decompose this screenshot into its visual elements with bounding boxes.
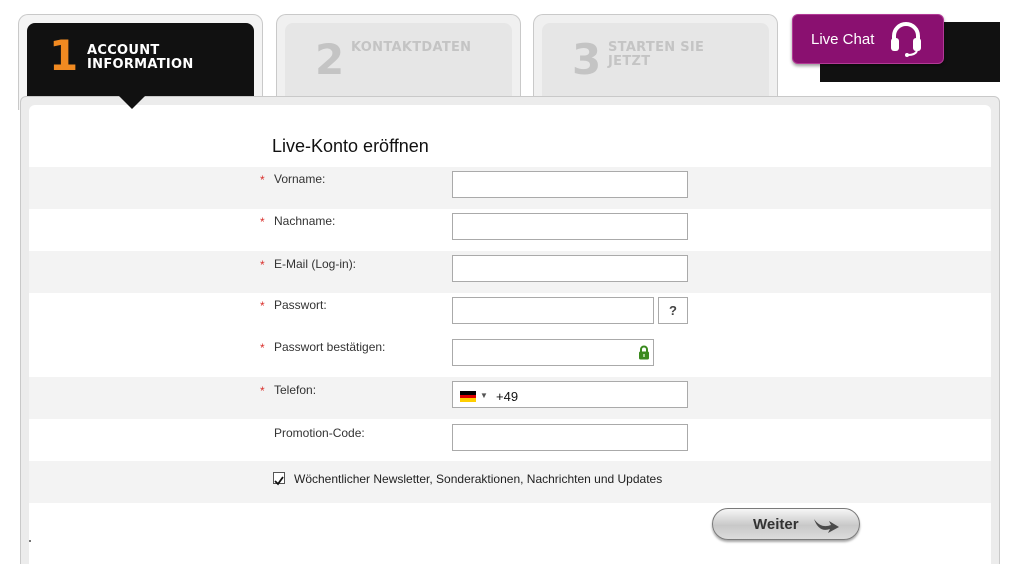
- email-input[interactable]: [452, 255, 688, 282]
- step-number: 2: [315, 35, 345, 84]
- step-label: STARTEN SIE JETZT: [608, 41, 704, 69]
- step-number: 3: [572, 35, 602, 84]
- required-marker: *: [260, 341, 265, 355]
- required-marker: *: [260, 173, 265, 187]
- chevron-down-icon[interactable]: ▼: [480, 391, 488, 400]
- step-label: ACCOUNT INFORMATION: [87, 44, 194, 72]
- password-confirm-label: Passwort bestätigen:: [274, 340, 386, 354]
- weiter-button[interactable]: Weiter: [712, 508, 860, 540]
- phone-country-code: +49: [496, 389, 519, 404]
- required-marker: *: [260, 215, 265, 229]
- live-chat-label: Live Chat: [811, 31, 875, 48]
- headset-icon: [889, 21, 923, 62]
- required-marker: *: [260, 384, 265, 398]
- promo-code-label: Promotion-Code:: [274, 426, 365, 440]
- step-tab-active-background: 1 ACCOUNT INFORMATION: [27, 23, 254, 98]
- last-name-input[interactable]: [452, 213, 688, 240]
- lock-icon: [638, 345, 650, 365]
- panel-edge-mark: [29, 540, 31, 542]
- first-name-input[interactable]: [452, 171, 688, 198]
- check-icon: [274, 476, 284, 486]
- form-panel: [20, 96, 1000, 564]
- step-label-line: STARTEN SIE: [608, 40, 705, 55]
- weiter-label: Weiter: [753, 516, 799, 533]
- last-name-label: Nachname:: [274, 214, 336, 228]
- password-confirm-input[interactable]: [452, 339, 654, 366]
- live-chat-button[interactable]: Live Chat: [792, 14, 944, 64]
- arrow-icon: [811, 515, 841, 540]
- step-label-line: KONTAKTDATEN: [351, 40, 472, 55]
- email-label: E-Mail (Log-in):: [274, 257, 357, 271]
- form-title: Live-Konto eröffnen: [272, 136, 429, 156]
- step-tab-background: 2 KONTAKTDATEN: [285, 23, 512, 98]
- required-marker: *: [260, 258, 265, 272]
- germany-flag-icon[interactable]: [460, 391, 476, 402]
- newsletter-label[interactable]: Wöchentlicher Newsletter, Sonderaktionen…: [294, 472, 662, 486]
- step-label-line: INFORMATION: [87, 57, 194, 72]
- step-number: 1: [49, 31, 79, 80]
- password-label: Passwort:: [274, 298, 327, 312]
- first-name-label: Vorname:: [274, 172, 326, 186]
- step-label-line: JETZT: [608, 54, 651, 69]
- newsletter-checkbox[interactable]: [273, 472, 285, 486]
- active-step-pointer: [118, 95, 146, 109]
- password-help-button[interactable]: ?: [658, 297, 688, 324]
- step-tab-background: 3 STARTEN SIE JETZT: [542, 23, 769, 98]
- promo-code-input[interactable]: [452, 424, 688, 451]
- step-label-line: ACCOUNT: [87, 43, 160, 58]
- step-label: KONTAKTDATEN: [351, 41, 471, 55]
- phone-label: Telefon:: [274, 383, 317, 397]
- required-marker: *: [260, 299, 265, 313]
- password-input[interactable]: [452, 297, 654, 324]
